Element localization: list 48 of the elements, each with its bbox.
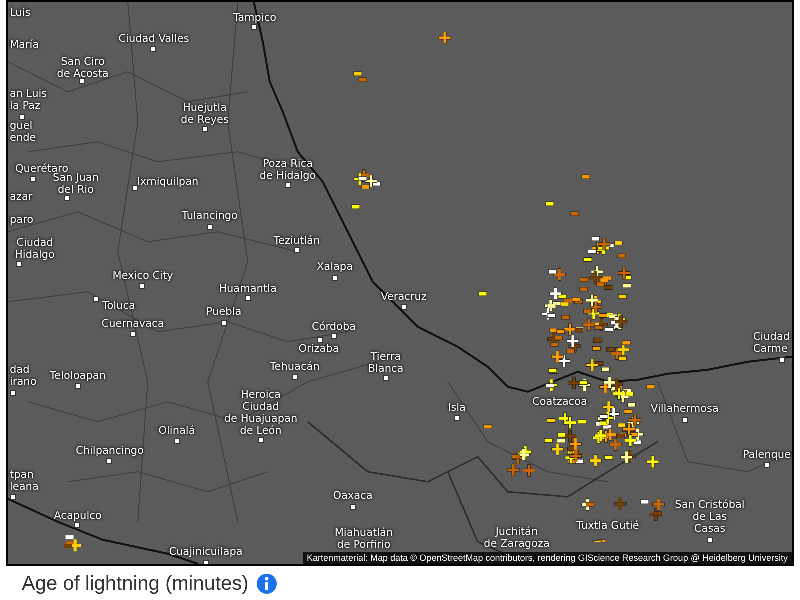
city-label: Huamantla [219, 283, 277, 295]
city-label: Olinalá [158, 425, 196, 437]
city-label: Huejutla de Reyes [181, 102, 229, 126]
city-label: Miahuatlán de Porfirio [334, 527, 394, 551]
city-label: San Cristóbal de Las Casas [675, 499, 745, 535]
city-label: Acapulco [54, 510, 102, 522]
city-label: Orizaba [298, 343, 340, 355]
map-attribution: Kartenmaterial: Map data © OpenStreetMap contributors, rendering GIScience Research Group @ Heidelberg University [303, 552, 792, 564]
city-label: María [10, 39, 40, 51]
city-label: Chilpancingo [76, 445, 144, 457]
city-label: Teloloapan [50, 370, 106, 382]
city-label: dad irano [10, 364, 37, 388]
city-label: Tuxtla Gutié [576, 520, 640, 532]
city-label: San Ciro de Acosta [57, 56, 109, 80]
city-label: Veracruz [381, 291, 427, 303]
city-label: Luis [10, 7, 31, 19]
city-label: Villahermosa [651, 403, 719, 415]
city-label: Querétaro [16, 163, 68, 175]
city-label: Poza Rica de Hidalgo [260, 158, 316, 182]
city-label: Tulancingo [182, 210, 238, 222]
city-label: Juchitán de Zaragoza [484, 526, 550, 550]
city-label: Isla [448, 402, 466, 414]
city-label: tpan leana [10, 469, 39, 493]
city-label: azar [10, 191, 33, 203]
city-label: Coatzacoa [532, 396, 588, 408]
city-label: Cuernavaca [102, 318, 164, 330]
city-label: Tierra Blanca [368, 351, 404, 375]
city-label: Tehuacán [270, 361, 320, 373]
city-label: Tampico [233, 12, 277, 24]
city-label: Mexico City [112, 270, 174, 282]
city-label: paro [10, 214, 34, 226]
legend-title: Age of lightning (minutes) [22, 572, 249, 596]
city-label: Xalapa [316, 261, 354, 273]
city-label: Ciudad Hidalgo [15, 237, 55, 261]
city-label: guel ende [10, 120, 36, 144]
city-label: Toluca [102, 300, 136, 312]
city-label: San Juan del Rio [53, 172, 99, 196]
city-label: Heroica Ciudad de Huajuapan de León [224, 389, 298, 437]
city-label: Teziutlán [274, 235, 320, 247]
city-label: Córdoba [312, 321, 356, 333]
city-label: Oaxaca [333, 490, 373, 502]
city-label: Palenque [742, 449, 792, 461]
city-label: an Luis la Paz [10, 88, 48, 112]
city-label: Ciudad Carme [753, 331, 790, 355]
city-label: Ciudad Valles [118, 33, 190, 45]
city-label: Puebla [206, 306, 242, 318]
city-label: Ixmiquilpan [137, 176, 199, 188]
city-label: Cuajinicuilapa [169, 546, 243, 558]
